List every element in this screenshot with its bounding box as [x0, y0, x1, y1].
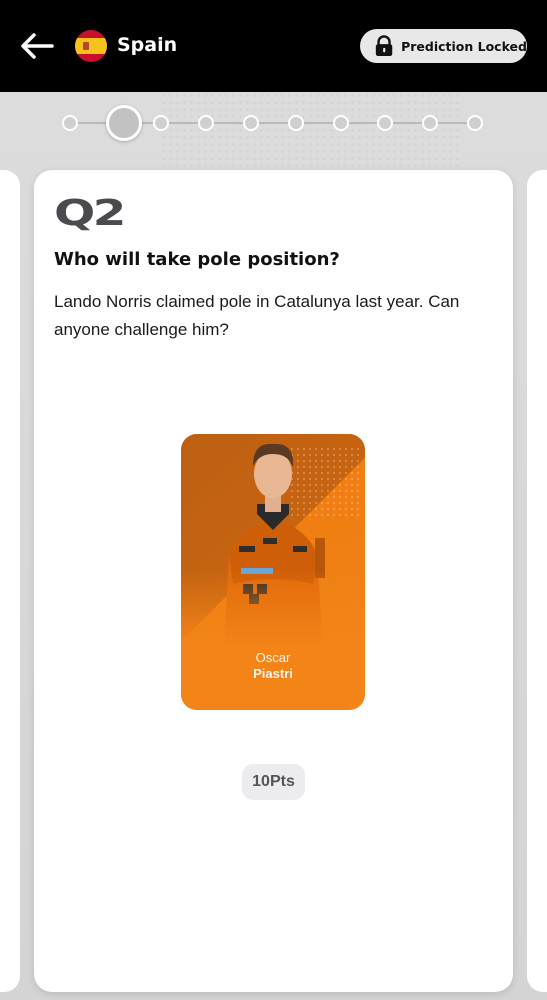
question-number: Q2 — [54, 193, 126, 234]
prediction-locked-label: Prediction Locked — [401, 38, 527, 54]
step-dot-5[interactable] — [243, 115, 259, 131]
question-title: Who will take pole position? — [54, 249, 340, 270]
top-bar: Spain Prediction Locked — [0, 0, 547, 92]
question-card: Q2 Who will take pole position? Lando No… — [34, 170, 513, 992]
back-arrow-icon[interactable] — [18, 28, 56, 64]
lock-icon — [375, 35, 393, 57]
step-dot-3[interactable] — [153, 115, 169, 131]
spain-flag-icon — [75, 30, 107, 62]
points-badge: 10Pts — [242, 764, 305, 800]
step-dot-4[interactable] — [198, 115, 214, 131]
country-name: Spain — [117, 34, 178, 56]
previous-question-card[interactable] — [0, 170, 20, 992]
driver-last-name: Piastri — [253, 666, 293, 681]
step-dot-2-current[interactable] — [106, 105, 142, 141]
step-dot-8[interactable] — [377, 115, 393, 131]
question-stepper — [0, 100, 547, 146]
next-question-card[interactable] — [527, 170, 547, 992]
driver-first-name: Oscar — [255, 650, 291, 665]
step-dot-7[interactable] — [333, 115, 349, 131]
step-dot-1[interactable] — [62, 115, 78, 131]
prediction-locked-badge: Prediction Locked — [360, 29, 527, 63]
step-dot-9[interactable] — [422, 115, 438, 131]
card-gradient — [181, 570, 365, 710]
step-dot-6[interactable] — [288, 115, 304, 131]
question-description: Lando Norris claimed pole in Catalunya l… — [54, 292, 460, 339]
step-dot-10[interactable] — [467, 115, 483, 131]
driver-option-card[interactable]: Oscar Piastri — [181, 434, 365, 710]
